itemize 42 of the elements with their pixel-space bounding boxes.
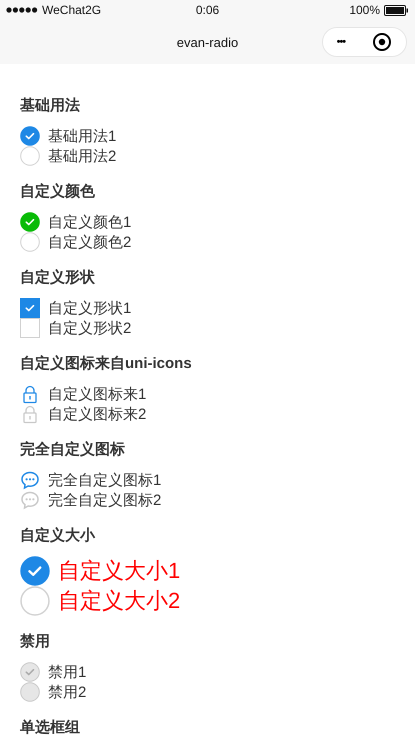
- chat-bubble-icon[interactable]: [20, 470, 40, 490]
- radio-label[interactable]: 自定义图标来2: [48, 404, 146, 424]
- radio-icon[interactable]: [20, 586, 50, 616]
- section-title: 自定义大小: [20, 526, 96, 546]
- section-title: 自定义形状: [20, 268, 96, 288]
- radio-icon[interactable]: [20, 146, 40, 166]
- radio-label[interactable]: 自定义形状1: [48, 298, 132, 318]
- more-button[interactable]: •••: [336, 36, 346, 48]
- section-title: 禁用: [20, 632, 51, 652]
- status-time: 0:06: [196, 3, 220, 17]
- page-title: evan-radio: [176, 34, 238, 50]
- radio-label[interactable]: 完全自定义图标1: [48, 470, 162, 490]
- radio-label[interactable]: 基础用法1: [48, 126, 116, 146]
- battery-percent: 100%: [349, 3, 380, 17]
- carrier-name: WeChat2G: [42, 3, 102, 17]
- section-title: 完全自定义图标: [20, 440, 126, 460]
- radio-checked-icon[interactable]: [20, 212, 40, 232]
- signal-icon: [6, 7, 38, 13]
- radio-label[interactable]: 基础用法2: [48, 146, 116, 166]
- radio-checked-icon[interactable]: [20, 662, 40, 682]
- close-icon[interactable]: [372, 32, 392, 52]
- checkbox-icon[interactable]: [20, 318, 40, 338]
- radio-label[interactable]: 自定义形状2: [48, 318, 132, 338]
- radio-label: 禁用1: [48, 662, 86, 682]
- radio-label[interactable]: 自定义大小1: [58, 556, 180, 586]
- section-title: 单选框组: [20, 718, 81, 738]
- radio-checked-icon[interactable]: [20, 126, 40, 146]
- checkbox-checked-icon[interactable]: [20, 298, 40, 318]
- radio-label[interactable]: 自定义颜色2: [48, 232, 132, 252]
- radio-label[interactable]: 自定义大小2: [58, 586, 180, 616]
- radio-label: 禁用2: [48, 682, 86, 702]
- radio-icon[interactable]: [20, 682, 40, 702]
- radio-icon[interactable]: [20, 232, 40, 252]
- chat-bubble-icon[interactable]: [20, 490, 40, 510]
- section-title: 自定义图标来自uni-icons: [20, 354, 193, 374]
- section-title: 自定义颜色: [20, 182, 96, 202]
- radio-label[interactable]: 自定义图标来1: [48, 384, 146, 404]
- radio-checked-icon[interactable]: [20, 556, 50, 586]
- radio-label[interactable]: 自定义颜色1: [48, 212, 132, 232]
- battery-icon: [384, 4, 410, 16]
- section-title: 基础用法: [20, 96, 81, 116]
- radio-label[interactable]: 完全自定义图标2: [48, 490, 162, 510]
